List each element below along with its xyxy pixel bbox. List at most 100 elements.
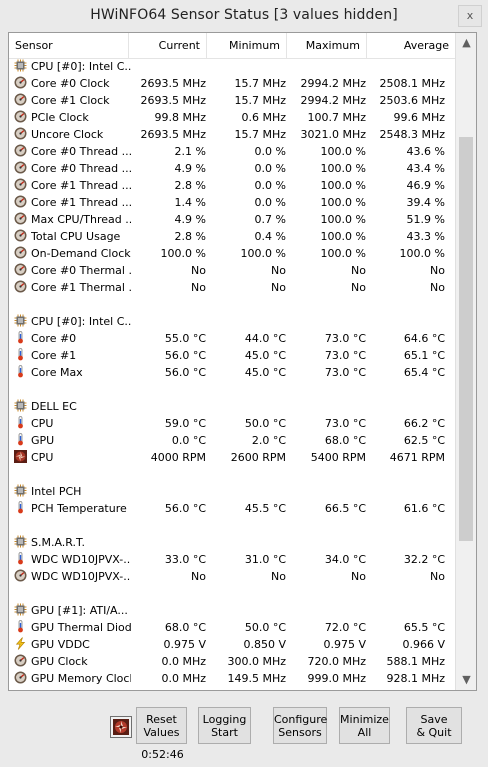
minimum-value: 300.0 MHz [227, 655, 286, 668]
sensor-label: Intel PCH [31, 485, 82, 498]
spacer-row [9, 585, 455, 602]
sensor-group-row[interactable]: S.M.A.R.T. [9, 534, 455, 551]
vertical-scrollbar[interactable]: ▲ ▼ [455, 33, 476, 690]
table-row[interactable]: Core #1 Thread ... 1.4 % 0.0 % 100.0 % 39.4 … [9, 194, 455, 211]
sensor-label: Uncore Clock [31, 128, 104, 141]
table-row[interactable]: Core #0 Thermal ... No No No No [9, 262, 455, 279]
reset-values-button[interactable]: Reset Values [136, 707, 187, 744]
table-row[interactable]: Max CPU/Thread ... 4.9 % 0.7 % 100.0 % 51.9 … [9, 211, 455, 228]
gauge-icon [14, 229, 27, 242]
column-header-average[interactable]: Average [367, 33, 455, 58]
scrollbar-thumb[interactable] [459, 137, 473, 541]
minimum-value: 45.0 °C [244, 349, 286, 362]
average-value: 65.5 °C [403, 621, 445, 634]
close-button[interactable]: x [458, 5, 482, 27]
button-label: Sensors [278, 726, 322, 739]
current-value: 33.0 °C [164, 553, 206, 566]
table-row[interactable]: Core #0 Thread ... 4.9 % 0.0 % 100.0 % 43.4 … [9, 160, 455, 177]
gauge-icon [14, 654, 27, 667]
sensor-group-row[interactable]: CPU [#0]: Intel C... [9, 58, 455, 75]
maximum-value: 720.0 MHz [307, 655, 366, 668]
column-header-minimum[interactable]: Minimum [207, 33, 287, 58]
table-row[interactable]: Uncore Clock 2693.5 MHz 15.7 MHz 3021.0 MHz… [9, 126, 455, 143]
sensor-group-row[interactable]: Intel PCH [9, 483, 455, 500]
sensor-label: WDC WD10JPVX-... [31, 570, 131, 583]
table-row[interactable]: GPU Thermal Diode 68.0 °C 50.0 °C 72.0 °C 65… [9, 619, 455, 636]
table-row[interactable]: CPU 4000 RPM 2600 RPM 5400 RPM 4671 RPM [9, 449, 455, 466]
current-value: 2.8 % [174, 230, 206, 243]
column-header-sensor[interactable]: Sensor [9, 33, 129, 58]
table-row[interactable]: Core #0 55.0 °C 44.0 °C 73.0 °C 64.6 °C [9, 330, 455, 347]
gauge-icon [14, 280, 27, 293]
sensor-label: Core #1 Thread ... [31, 179, 131, 192]
table-row[interactable]: GPU 0.0 °C 2.0 °C 68.0 °C 62.5 °C [9, 432, 455, 449]
chevron-down-icon[interactable]: ▼ [456, 671, 476, 689]
sensor-label: GPU Thermal Diode [31, 621, 131, 634]
table-row[interactable]: Core #1 Clock 2693.5 MHz 15.7 MHz 2994.2 MH… [9, 92, 455, 109]
minimum-value: 15.7 MHz [234, 77, 286, 90]
average-value: 65.4 °C [403, 366, 445, 379]
cpu-chip-icon [14, 603, 27, 616]
logging-start-button[interactable]: Logging Start [198, 707, 251, 744]
sensor-group-row[interactable]: GPU [#1]: ATI/A... [9, 602, 455, 619]
average-value: 43.4 % [406, 162, 445, 175]
table-row[interactable]: GPU Clock 0.0 MHz 300.0 MHz 720.0 MHz 588.1 … [9, 653, 455, 670]
maximum-value: 73.0 °C [324, 366, 366, 379]
gauge-icon [14, 195, 27, 208]
gauge-icon [14, 127, 27, 140]
table-row[interactable]: Core Max 56.0 °C 45.0 °C 73.0 °C 65.4 °C [9, 364, 455, 381]
table-row[interactable]: PCH Temperature 56.0 °C 45.5 °C 66.5 °C 61.6… [9, 500, 455, 517]
button-label: Start [211, 726, 238, 739]
sensor-group-row[interactable]: DELL EC [9, 398, 455, 415]
cpu-chip-icon [14, 399, 27, 412]
minimum-value: 45.0 °C [244, 366, 286, 379]
save-quit-button[interactable]: Save & Quit [406, 707, 462, 744]
table-row[interactable]: Core #0 Thread ... 2.1 % 0.0 % 100.0 % 43.6 … [9, 143, 455, 160]
column-header-maximum[interactable]: Maximum [287, 33, 367, 58]
maximum-value: 2994.2 MHz [300, 77, 366, 90]
current-value: No [191, 281, 206, 294]
sensor-label: GPU [#1]: ATI/A... [31, 604, 128, 617]
average-value: 65.1 °C [403, 349, 445, 362]
spacer-row [9, 466, 455, 483]
table-row[interactable]: Core #1 Thread ... 2.8 % 0.0 % 100.0 % 46.9 … [9, 177, 455, 194]
current-value: 0.975 V [163, 638, 206, 651]
table-row[interactable]: Core #0 Clock 2693.5 MHz 15.7 MHz 2994.2 MH… [9, 75, 455, 92]
chevron-up-icon[interactable]: ▲ [456, 34, 476, 52]
table-row[interactable]: GPU Memory Clock 0.0 MHz 149.5 MHz 999.0 MH… [9, 670, 455, 687]
average-value: 43.6 % [406, 145, 445, 158]
average-value: 2548.3 MHz [379, 128, 445, 141]
current-value: 59.0 °C [164, 417, 206, 430]
thermometer-icon [14, 365, 27, 378]
sensor-label: Core #0 Thread ... [31, 162, 131, 175]
current-value: 4000 RPM [150, 451, 206, 464]
sensor-label: CPU [#0]: Intel C... [31, 315, 131, 328]
column-header-current[interactable]: Current [129, 33, 207, 58]
minimum-value: 0.0 % [254, 196, 286, 209]
current-value: 56.0 °C [164, 349, 206, 362]
table-row[interactable]: Core #1 Thermal ... No No No No [9, 279, 455, 296]
sensor-tray-button[interactable] [110, 716, 132, 738]
table-row[interactable]: Total CPU Usage 2.8 % 0.4 % 100.0 % 43.3 % [9, 228, 455, 245]
table-row[interactable]: Core #1 56.0 °C 45.0 °C 73.0 °C 65.1 °C [9, 347, 455, 364]
table-row[interactable]: PCIe Clock 99.8 MHz 0.6 MHz 100.7 MHz 99.6 M… [9, 109, 455, 126]
average-value: 588.1 MHz [386, 655, 445, 668]
table-row[interactable]: WDC WD10JPVX-... No No No No [9, 568, 455, 585]
table-row[interactable]: CPU 59.0 °C 50.0 °C 73.0 °C 66.2 °C [9, 415, 455, 432]
button-label: Save [420, 713, 448, 726]
sensor-group-row[interactable]: CPU [#0]: Intel C... [9, 313, 455, 330]
table-row[interactable]: WDC WD10JPVX-... 33.0 °C 31.0 °C 34.0 °C 32.… [9, 551, 455, 568]
current-value: 2693.5 MHz [140, 77, 206, 90]
cpu-chip-icon [14, 535, 27, 548]
table-row[interactable]: GPU VDDC 0.975 V 0.850 V 0.975 V 0.966 V [9, 636, 455, 653]
configure-sensors-button[interactable]: Configure Sensors [273, 707, 327, 744]
maximum-value: 3021.0 MHz [300, 128, 366, 141]
minimize-all-button[interactable]: Minimize All [339, 707, 390, 744]
sensor-label: PCIe Clock [31, 111, 89, 124]
minimum-value: 100.0 % [240, 247, 286, 260]
minimum-value: 149.5 MHz [227, 672, 286, 685]
table-row[interactable]: On-Demand Clock... 100.0 % 100.0 % 100.0 % 1… [9, 245, 455, 262]
thermometer-icon [14, 331, 27, 344]
current-value: 2.1 % [174, 145, 206, 158]
average-value: 0.966 V [402, 638, 445, 651]
